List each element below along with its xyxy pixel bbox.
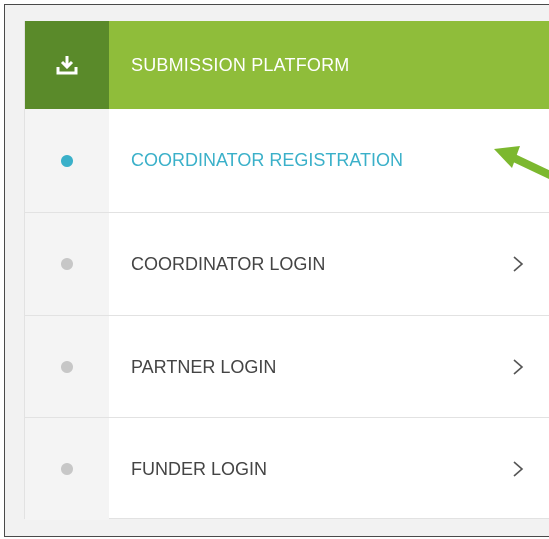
chevron-right-icon <box>513 359 524 375</box>
bullet-icon <box>61 258 73 270</box>
bullet-icon <box>61 361 73 373</box>
bullet-cell <box>25 213 109 315</box>
download-icon <box>56 56 78 75</box>
header-title-cell: SUBMISSION PLATFORM <box>109 21 549 109</box>
menu-item-funder-login[interactable]: FUNDER LOGIN <box>25 417 549 520</box>
bullet-cell <box>25 109 109 212</box>
menu-item-label: COORDINATOR LOGIN <box>131 253 326 274</box>
menu-header: SUBMISSION PLATFORM <box>25 21 549 109</box>
bullet-cell <box>25 316 109 418</box>
bullet-icon <box>61 463 73 475</box>
menu-item-coordinator-login[interactable]: COORDINATOR LOGIN <box>25 212 549 315</box>
chevron-right-icon <box>513 461 524 477</box>
menu-item-label: FUNDER LOGIN <box>131 458 268 479</box>
submission-menu: SUBMISSION PLATFORM COORDINATOR REGISTRA… <box>24 21 549 520</box>
active-bullet-icon <box>61 154 73 167</box>
menu-item-label: PARTNER LOGIN <box>131 356 277 377</box>
header-icon-cell <box>25 21 109 109</box>
header-title: SUBMISSION PLATFORM <box>131 54 350 75</box>
menu-item-partner-login[interactable]: PARTNER LOGIN <box>25 315 549 418</box>
chevron-right-icon <box>513 256 524 272</box>
bullet-cell <box>25 418 109 520</box>
menu-item-label: COORDINATOR REGISTRATION <box>131 150 404 170</box>
menu-item-coordinator-registration[interactable]: COORDINATOR REGISTRATION <box>25 109 549 212</box>
